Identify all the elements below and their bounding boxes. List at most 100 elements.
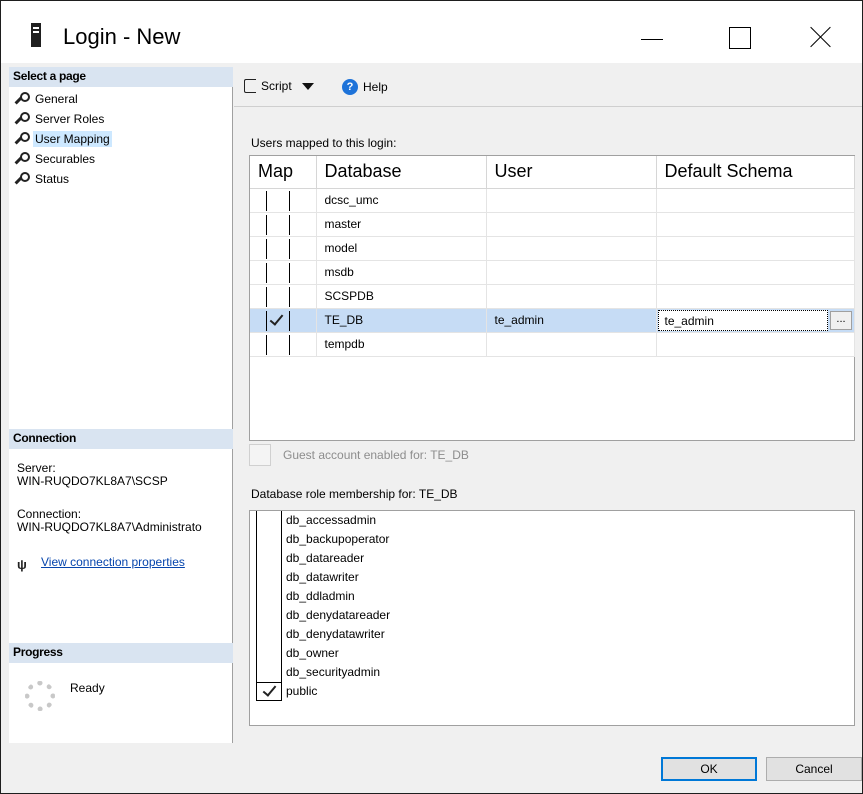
map-checkbox[interactable]	[266, 262, 290, 283]
browse-schema-button[interactable]: ...	[830, 310, 852, 330]
ok-button[interactable]: OK	[661, 757, 757, 781]
col-default-schema-header[interactable]: Default Schema	[656, 156, 855, 189]
table-row[interactable]: msdb	[250, 260, 855, 285]
progress-status: Ready	[70, 681, 105, 695]
role-checkbox[interactable]	[256, 587, 282, 606]
title-bar[interactable]: Login - New	[1, 1, 862, 63]
map-cell[interactable]	[250, 332, 317, 357]
user-cell[interactable]	[486, 284, 657, 309]
maximize-button[interactable]	[719, 21, 759, 51]
list-item[interactable]: db_denydatareader	[250, 606, 854, 625]
role-membership-label: Database role membership for: TE_DB	[251, 487, 458, 501]
col-user-header[interactable]: User	[486, 156, 657, 189]
list-item[interactable]: db_securityadmin	[250, 663, 854, 682]
right-pane: Script ? Help Users mapped to this login…	[234, 67, 862, 743]
table-row[interactable]: SCSPDB	[250, 284, 855, 309]
map-checkbox[interactable]	[266, 190, 290, 211]
role-checkbox[interactable]	[256, 625, 282, 644]
table-row[interactable]: model	[250, 236, 855, 261]
col-map-header[interactable]: Map	[250, 156, 317, 189]
table-row[interactable]: master	[250, 212, 855, 237]
connection-value: WIN-RUQDO7KL8A7\Administrato	[17, 520, 202, 534]
script-icon	[244, 79, 256, 93]
role-checkbox[interactable]	[256, 644, 282, 663]
map-cell[interactable]	[250, 236, 317, 261]
page-item-user-mapping[interactable]: User Mapping	[13, 129, 112, 149]
map-checkbox-checked[interactable]	[266, 310, 290, 331]
database-cell: SCSPDB	[316, 284, 487, 309]
table-row[interactable]: tempdb	[250, 332, 855, 357]
schema-cell[interactable]	[656, 332, 855, 357]
connection-label: Connection:	[17, 507, 82, 521]
schema-cell[interactable]	[656, 284, 855, 309]
map-checkbox[interactable]	[266, 238, 290, 259]
map-cell[interactable]	[250, 284, 317, 309]
page-label: Securables	[35, 152, 96, 166]
page-item-server-roles[interactable]: Server Roles	[13, 109, 112, 129]
list-item[interactable]: db_backupoperator	[250, 530, 854, 549]
list-item[interactable]: public	[250, 682, 854, 701]
map-checkbox[interactable]	[266, 286, 290, 307]
role-checkbox-checked[interactable]	[256, 682, 282, 701]
list-item[interactable]: db_owner	[250, 644, 854, 663]
view-connection-properties-link[interactable]: View connection properties	[41, 555, 185, 569]
user-cell[interactable]	[486, 236, 657, 261]
user-cell[interactable]	[486, 188, 657, 213]
schema-cell[interactable]: te_admin ...	[656, 308, 855, 333]
role-checkbox[interactable]	[256, 549, 282, 568]
map-cell[interactable]	[250, 212, 317, 237]
close-button[interactable]	[801, 21, 841, 51]
role-label: db_datareader	[286, 551, 365, 565]
wrench-icon	[13, 172, 30, 186]
left-pane: Select a page General Server Roles User …	[9, 67, 233, 743]
user-cell[interactable]: te_admin	[486, 308, 657, 333]
table-row[interactable]: dcsc_umc	[250, 188, 855, 213]
schema-cell[interactable]	[656, 212, 855, 237]
dropdown-arrow-icon[interactable]	[301, 82, 314, 90]
map-checkbox[interactable]	[266, 214, 290, 235]
page-item-securables[interactable]: Securables	[13, 149, 112, 169]
map-cell[interactable]	[250, 188, 317, 213]
database-cell: master	[316, 212, 487, 237]
role-checkbox[interactable]	[256, 568, 282, 587]
checkmark-icon	[262, 682, 277, 697]
page-item-general[interactable]: General	[13, 89, 112, 109]
table-row-selected[interactable]: TE_DB te_admin te_admin ...	[250, 308, 855, 333]
database-cell: tempdb	[316, 332, 487, 357]
schema-cell[interactable]	[656, 236, 855, 261]
schema-cell[interactable]	[656, 260, 855, 285]
list-item[interactable]: db_datawriter	[250, 568, 854, 587]
minimize-button[interactable]	[633, 21, 673, 51]
list-item[interactable]: db_datareader	[250, 549, 854, 568]
default-schema-input[interactable]: te_admin	[657, 309, 828, 331]
users-table: Map Database User Default Schema dcsc_um…	[250, 156, 855, 357]
page-list: General Server Roles User Mapping Secura…	[13, 89, 112, 189]
map-cell[interactable]	[250, 308, 317, 333]
role-membership-list[interactable]: db_accessadmin db_backupoperator db_data…	[249, 510, 855, 726]
role-checkbox[interactable]	[256, 663, 282, 682]
role-label: db_securityadmin	[286, 665, 381, 679]
list-item[interactable]: db_denydatawriter	[250, 625, 854, 644]
role-label: db_accessadmin	[286, 513, 377, 527]
cancel-button[interactable]: Cancel	[766, 757, 862, 781]
help-button[interactable]: ? Help	[342, 79, 388, 95]
script-button[interactable]: Script	[244, 79, 314, 93]
users-mapped-grid[interactable]: Map Database User Default Schema dcsc_um…	[249, 155, 855, 441]
user-cell[interactable]	[486, 212, 657, 237]
page-item-status[interactable]: Status	[13, 169, 112, 189]
role-checkbox[interactable]	[256, 511, 282, 530]
role-checkbox[interactable]	[256, 606, 282, 625]
wrench-icon	[13, 132, 30, 146]
wrench-icon	[13, 92, 30, 106]
schema-cell[interactable]	[656, 188, 855, 213]
user-cell[interactable]	[486, 332, 657, 357]
map-checkbox[interactable]	[266, 334, 290, 355]
col-database-header[interactable]: Database	[316, 156, 487, 189]
user-cell[interactable]	[486, 260, 657, 285]
guest-account-checkbox[interactable]	[249, 444, 271, 466]
map-cell[interactable]	[250, 260, 317, 285]
list-item[interactable]: db_ddladmin	[250, 587, 854, 606]
role-checkbox[interactable]	[256, 530, 282, 549]
list-item[interactable]: db_accessadmin	[250, 511, 854, 530]
users-mapped-label: Users mapped to this login:	[251, 136, 397, 150]
